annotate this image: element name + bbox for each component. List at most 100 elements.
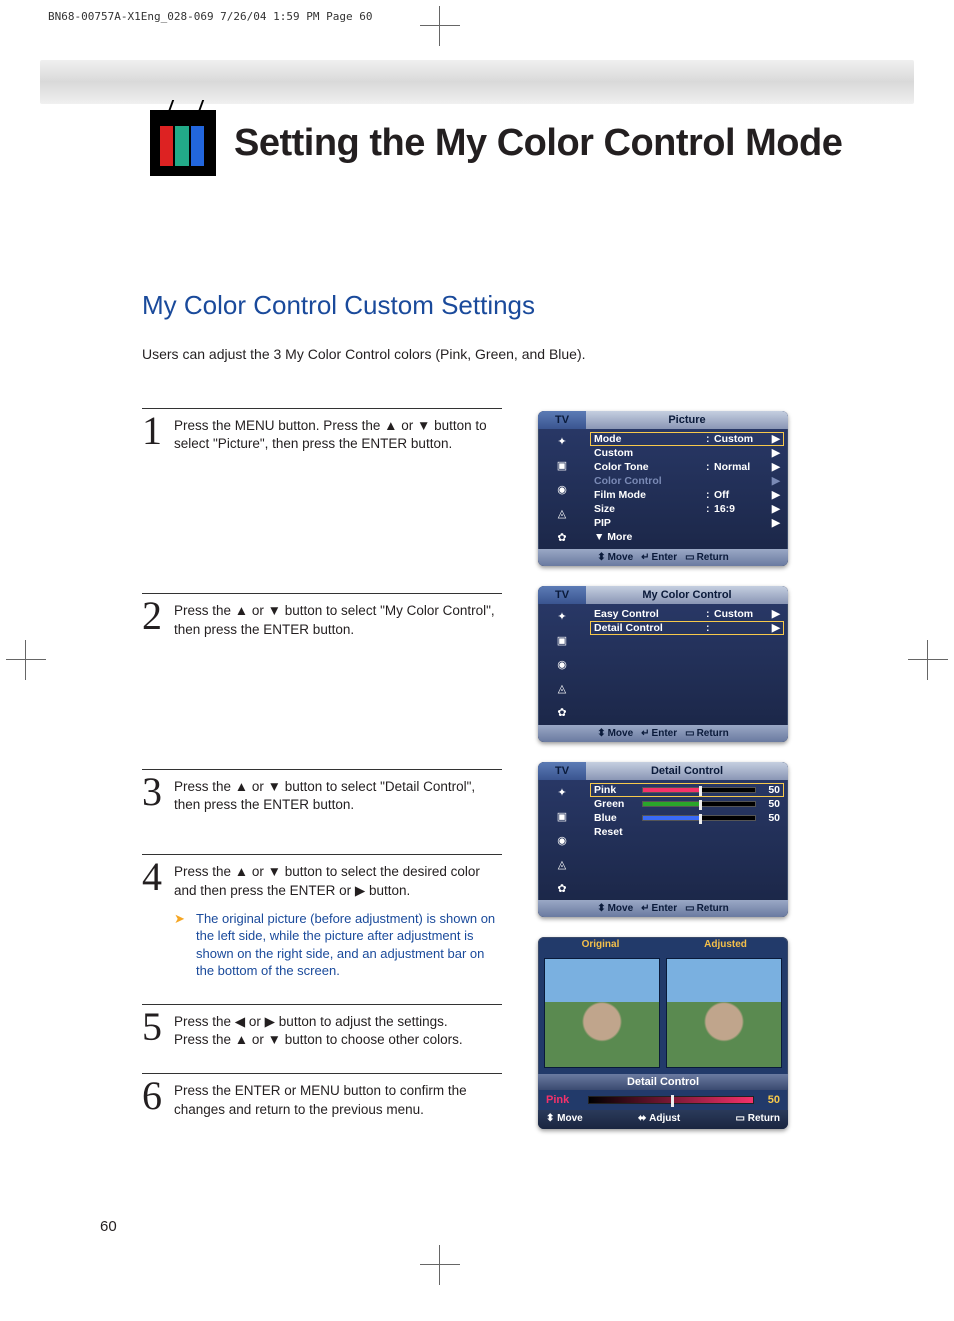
enter-hint: ↵ Enter bbox=[641, 728, 677, 739]
adjust-hint: ⬌ Adjust bbox=[638, 1113, 680, 1124]
return-hint: ▭ Return bbox=[685, 552, 729, 563]
step-6: 6 Press the ENTER or MENU button to conf… bbox=[142, 1073, 502, 1118]
subtitle: My Color Control Custom Settings bbox=[142, 290, 535, 321]
osd-mycolor: TV My Color Control ✦ ▣ ◉ ◬ ✿ Easy Contr… bbox=[538, 586, 788, 742]
move-hint: ⬍ Move bbox=[546, 1113, 583, 1124]
step-text: Press the ▲ or ▼ button to select "My Co… bbox=[174, 602, 502, 638]
osd-title: Detail Control bbox=[586, 762, 788, 780]
print-header: BN68-00757A-X1Eng_028-069 7/26/04 1:59 P… bbox=[48, 10, 373, 23]
enter-hint: ↵ Enter bbox=[641, 903, 677, 914]
adjust-slider: Pink 50 bbox=[538, 1090, 788, 1110]
slider-name: Pink bbox=[546, 1094, 582, 1106]
picture-icon: ▣ bbox=[538, 804, 586, 828]
osd-footer: ⬍ Move ↵ Enter ▭ Return bbox=[538, 549, 788, 566]
picture-icon: ▣ bbox=[538, 453, 586, 477]
star-icon: ✦ bbox=[538, 604, 586, 628]
step-text: Press the ◀ or ▶ button to adjust the se… bbox=[174, 1013, 502, 1049]
menu-row: Detail Control:▶ bbox=[590, 621, 784, 635]
osd-title: My Color Control bbox=[586, 586, 788, 604]
step-number: 6 bbox=[142, 1072, 162, 1119]
crop-mark-icon bbox=[420, 1245, 460, 1285]
return-hint: ▭ Return bbox=[685, 903, 729, 914]
return-hint: ▭ Return bbox=[685, 728, 729, 739]
step-text: Press the ▲ or ▼ button to select the de… bbox=[174, 863, 502, 899]
step-1: 1 Press the MENU button. Press the ▲ or … bbox=[142, 408, 502, 453]
step-number: 3 bbox=[142, 768, 162, 815]
osd-detail: TV Detail Control ✦ ▣ ◉ ◬ ✿ Pink50Green5… bbox=[538, 762, 788, 917]
slider-row: Green50 bbox=[590, 797, 784, 811]
step-number: 4 bbox=[142, 853, 162, 900]
title-block: Setting the My Color Control Mode bbox=[150, 110, 842, 176]
slider-row: Pink50 bbox=[590, 783, 784, 797]
star-icon: ✦ bbox=[538, 429, 586, 453]
move-hint: ⬍ Move bbox=[597, 903, 633, 914]
steps-list: 1 Press the MENU button. Press the ▲ or … bbox=[142, 408, 502, 1143]
picture-icon: ▣ bbox=[538, 628, 586, 652]
enter-hint: ↵ Enter bbox=[641, 552, 677, 563]
sound-icon: ◉ bbox=[538, 828, 586, 852]
step-4: 4 Press the ▲ or ▼ button to select the … bbox=[142, 854, 502, 980]
step-3: 3 Press the ▲ or ▼ button to select "Det… bbox=[142, 769, 502, 814]
setup-icon: ✿ bbox=[538, 700, 586, 724]
menu-row: Custom▶ bbox=[590, 446, 784, 460]
slider-row: Blue50 bbox=[590, 811, 784, 825]
step-5: 5 Press the ◀ or ▶ button to adjust the … bbox=[142, 1004, 502, 1049]
menu-row: Color Tone:Normal▶ bbox=[590, 460, 784, 474]
star-icon: ✦ bbox=[538, 780, 586, 804]
adjusted-label: Adjusted bbox=[663, 937, 788, 952]
original-label: Original bbox=[538, 937, 663, 952]
osd-footer: ⬍ Move ⬌ Adjust ▭ Return bbox=[538, 1110, 788, 1129]
osd-sidebar: ✦ ▣ ◉ ◬ ✿ bbox=[538, 604, 586, 725]
osd-footer: ⬍ Move ↵ Enter ▭ Return bbox=[538, 725, 788, 742]
setup-icon: ✿ bbox=[538, 525, 586, 549]
crop-mark-icon bbox=[6, 640, 46, 680]
step-number: 1 bbox=[142, 407, 162, 454]
slider-bar bbox=[588, 1096, 754, 1104]
original-image bbox=[544, 958, 660, 1068]
osd-tv-label: TV bbox=[538, 586, 586, 604]
adjust-title: Detail Control bbox=[538, 1074, 788, 1090]
osd-adjust-preview: Original Adjusted Detail Control Pink 50… bbox=[538, 937, 788, 1129]
menu-row: Size:16:9▶ bbox=[590, 502, 784, 516]
menu-row: Color Control▶ bbox=[590, 474, 784, 488]
return-hint: ▭ Return bbox=[736, 1113, 780, 1124]
intro-text: Users can adjust the 3 My Color Control … bbox=[142, 346, 586, 362]
osd-tv-label: TV bbox=[538, 411, 586, 429]
osd-sidebar: ✦ ▣ ◉ ◬ ✿ bbox=[538, 780, 586, 900]
osd-sidebar: ✦ ▣ ◉ ◬ ✿ bbox=[538, 429, 586, 549]
osd-footer: ⬍ Move ↵ Enter ▭ Return bbox=[538, 900, 788, 917]
move-hint: ⬍ Move bbox=[597, 552, 633, 563]
adjusted-image bbox=[666, 958, 782, 1068]
channel-icon: ◬ bbox=[538, 676, 586, 700]
channel-icon: ◬ bbox=[538, 501, 586, 525]
step-text: Press the ▲ or ▼ button to select "Detai… bbox=[174, 778, 502, 814]
step-number: 2 bbox=[142, 592, 162, 639]
tv-icon bbox=[150, 110, 216, 176]
menu-row: ▼ More bbox=[590, 530, 784, 544]
channel-icon: ◬ bbox=[538, 852, 586, 876]
reset-row: Reset bbox=[590, 825, 784, 839]
menu-row: Mode:Custom▶ bbox=[590, 432, 784, 446]
osd-tv-label: TV bbox=[538, 762, 586, 780]
osd-panels: TV Picture ✦ ▣ ◉ ◬ ✿ Mode:Custom▶Custom▶… bbox=[538, 411, 788, 1129]
step-text: Press the MENU button. Press the ▲ or ▼ … bbox=[174, 417, 502, 453]
crop-mark-icon bbox=[420, 6, 460, 46]
banner-bar bbox=[40, 60, 914, 104]
step-number: 5 bbox=[142, 1003, 162, 1050]
sound-icon: ◉ bbox=[538, 652, 586, 676]
step-note: The original picture (before adjustment)… bbox=[174, 910, 502, 980]
step-text: Press the ENTER or MENU button to confir… bbox=[174, 1082, 502, 1118]
menu-row: Easy Control:Custom▶ bbox=[590, 607, 784, 621]
slider-value: 50 bbox=[760, 1094, 780, 1106]
setup-icon: ✿ bbox=[538, 876, 586, 900]
page-title: Setting the My Color Control Mode bbox=[234, 122, 842, 165]
osd-picture: TV Picture ✦ ▣ ◉ ◬ ✿ Mode:Custom▶Custom▶… bbox=[538, 411, 788, 566]
page-number: 60 bbox=[100, 1218, 117, 1235]
osd-title: Picture bbox=[586, 411, 788, 429]
move-hint: ⬍ Move bbox=[597, 728, 633, 739]
menu-row: PIP▶ bbox=[590, 516, 784, 530]
step-2: 2 Press the ▲ or ▼ button to select "My … bbox=[142, 593, 502, 638]
sound-icon: ◉ bbox=[538, 477, 586, 501]
crop-mark-icon bbox=[908, 640, 948, 680]
menu-row: Film Mode:Off▶ bbox=[590, 488, 784, 502]
